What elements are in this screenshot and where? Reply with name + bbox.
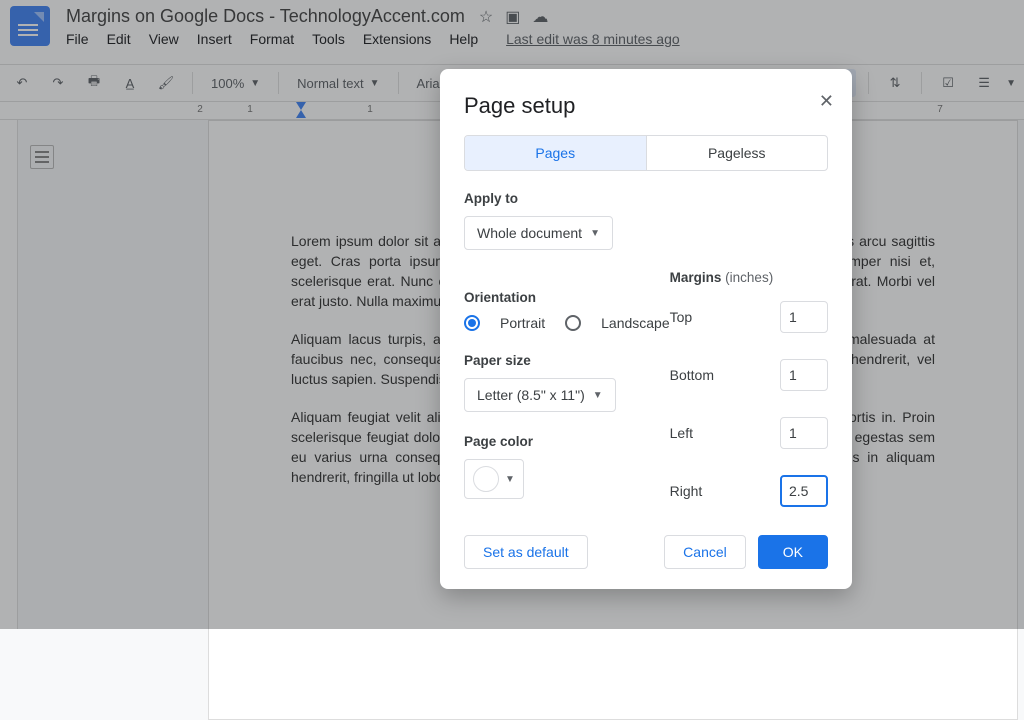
margin-right-label: Right: [670, 483, 780, 499]
landscape-label: Landscape: [601, 315, 670, 331]
close-icon[interactable]: ✕: [819, 91, 834, 112]
apply-to-select[interactable]: Whole document ▼: [464, 216, 613, 250]
paper-size-select[interactable]: Letter (8.5" x 11") ▼: [464, 378, 616, 412]
portrait-label: Portrait: [500, 315, 545, 331]
page-color-label: Page color: [464, 434, 670, 449]
ok-button[interactable]: OK: [758, 535, 828, 569]
orientation-label: Orientation: [464, 290, 670, 305]
margin-bottom-input[interactable]: [780, 359, 828, 391]
set-as-default-button[interactable]: Set as default: [464, 535, 588, 569]
chevron-down-icon: ▼: [590, 228, 600, 239]
chevron-down-icon: ▼: [505, 474, 515, 485]
cancel-button[interactable]: Cancel: [664, 535, 746, 569]
tab-pages[interactable]: Pages: [465, 136, 646, 170]
margin-left-input[interactable]: [780, 417, 828, 449]
paper-size-label: Paper size: [464, 353, 670, 368]
color-swatch-icon: [473, 466, 499, 492]
tab-pageless[interactable]: Pageless: [646, 136, 828, 170]
margins-heading: Margins (inches): [670, 270, 828, 285]
margin-top-input[interactable]: [780, 301, 828, 333]
orientation-portrait-radio[interactable]: [464, 315, 480, 331]
orientation-landscape-radio[interactable]: [565, 315, 581, 331]
margin-top-label: Top: [670, 309, 780, 325]
apply-to-value: Whole document: [477, 225, 582, 241]
dialog-title: Page setup: [464, 93, 828, 119]
paper-size-value: Letter (8.5" x 11"): [477, 387, 585, 403]
dialog-tabs: Pages Pageless: [464, 135, 828, 171]
apply-to-label: Apply to: [464, 191, 828, 206]
margin-left-label: Left: [670, 425, 780, 441]
chevron-down-icon: ▼: [593, 390, 603, 401]
page-color-select[interactable]: ▼: [464, 459, 524, 499]
margin-bottom-label: Bottom: [670, 367, 780, 383]
margin-right-input[interactable]: [780, 475, 828, 507]
page-setup-dialog: Page setup ✕ Pages Pageless Apply to Who…: [440, 69, 852, 589]
